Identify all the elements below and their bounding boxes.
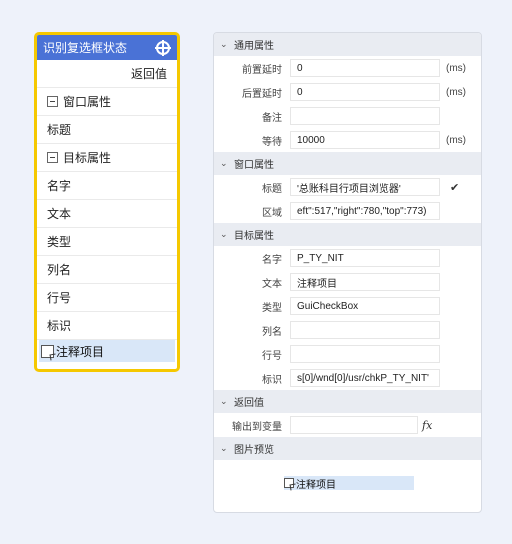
prop-rownum: 行号 [214,342,481,366]
node-row-label: 列名 [47,263,72,277]
window-title-input[interactable]: '总账科目行项目浏览器' [290,178,440,196]
wait-input[interactable]: 10000 [290,131,440,149]
text-input[interactable]: 注释项目 [290,273,440,291]
unit-label: (ms) [446,134,466,146]
prop-note: 备注 [214,104,481,128]
prop-pre-delay: 前置延时 0 (ms) [214,56,481,80]
node-row-text: 文本 [37,200,177,228]
fx-button[interactable]: fx [422,419,432,432]
pre-delay-input[interactable]: 0 [290,59,440,77]
chevron-down-icon[interactable]: ⌄ [220,229,230,240]
post-delay-input[interactable]: 0 [290,83,440,101]
prop-label: 类型 [262,302,282,314]
node-title-label: 标题 [47,123,72,137]
collapse-icon[interactable] [47,96,58,107]
checkbox-cursor-icon [41,344,54,358]
section-return[interactable]: ⌄ 返回值 [214,390,481,413]
node-title: 识别复选框状态 [43,41,128,55]
prop-label: 标识 [262,374,282,386]
prop-label: 标题 [262,183,282,195]
prop-name: 名字 P_TY_NIT [214,246,481,270]
section-general[interactable]: ⌄ 通用属性 [214,33,481,56]
chevron-down-icon[interactable]: ⌄ [220,443,230,454]
prop-label: 区域 [262,207,282,219]
section-title: 通用属性 [234,41,274,52]
prop-window-title: 标题 '总账科目行项目浏览器' ✔ [214,175,481,199]
prop-type: 类型 GuiCheckBox [214,294,481,318]
node-row-label: 类型 [47,235,72,249]
id-input[interactable]: s[0]/wnd[0]/usr/chkP_TY_NIT' [290,369,440,387]
rownum-input[interactable] [290,345,440,363]
node-return-row: 返回值 [37,60,177,88]
region-input[interactable]: eft":517,"right":780,"top":773) [290,202,440,220]
preview-text: 注释项目 [296,479,336,491]
section-target[interactable]: ⌄ 目标属性 [214,223,481,246]
node-row-colname: 列名 [37,256,177,284]
node-target-group-label: 目标属性 [63,151,112,165]
node-target-group[interactable]: 目标属性 [37,144,177,172]
prop-id: 标识 s[0]/wnd[0]/usr/chkP_TY_NIT' [214,366,481,390]
preview-area: 注释项目 [214,460,481,512]
node-row-type: 类型 [37,228,177,256]
node-title-row: 标题 [37,116,177,144]
node-row-label: 名字 [47,179,72,193]
prop-label: 行号 [262,350,282,362]
prop-label: 列名 [262,326,282,338]
chevron-down-icon[interactable]: ⌄ [220,39,230,50]
prop-output: 输出到变量 fx [214,413,481,437]
activity-node-card[interactable]: 识别复选框状态 返回值 窗口属性 标题 目标属性 名字 文本 类型 列名 行号 … [34,32,180,372]
preview-image: 注释项目 [284,476,414,491]
node-row-rownum: 行号 [37,284,177,312]
section-window[interactable]: ⌄ 窗口属性 [214,152,481,175]
section-title: 返回值 [234,398,264,409]
prop-label: 等待 [262,136,282,148]
prop-post-delay: 后置延时 0 (ms) [214,80,481,104]
node-return-label: 返回值 [130,67,167,81]
prop-label: 备注 [262,112,282,124]
colname-input[interactable] [290,321,440,339]
output-variable-input[interactable] [290,416,418,434]
prop-region: 区域 eft":517,"right":780,"top":773) [214,199,481,223]
section-title: 图片预览 [234,445,274,456]
node-row-id: 标识 [37,312,177,340]
name-input[interactable]: P_TY_NIT [290,249,440,267]
node-window-group[interactable]: 窗口属性 [37,88,177,116]
node-row-name: 名字 [37,172,177,200]
collapse-icon[interactable] [47,152,58,163]
type-input[interactable]: GuiCheckBox [290,297,440,315]
unit-label: (ms) [446,62,466,74]
prop-label: 文本 [262,278,282,290]
node-preview-text: 注释项目 [56,344,105,359]
section-title: 窗口属性 [234,160,274,171]
section-title: 目标属性 [234,231,274,242]
prop-colname: 列名 [214,318,481,342]
prop-wait: 等待 10000 (ms) [214,128,481,152]
checkbox-cursor-icon [284,478,294,488]
section-preview[interactable]: ⌄ 图片预览 [214,437,481,460]
check-icon[interactable]: ✔ [450,181,459,194]
prop-label: 输出到变量 [232,421,282,433]
prop-label: 前置延时 [242,64,282,76]
unit-label: (ms) [446,86,466,98]
chevron-down-icon[interactable]: ⌄ [220,158,230,169]
note-input[interactable] [290,107,440,125]
node-window-group-label: 窗口属性 [63,95,112,109]
node-row-label: 标识 [47,319,72,333]
prop-text: 文本 注释项目 [214,270,481,294]
node-header[interactable]: 识别复选框状态 [37,35,177,60]
node-row-label: 文本 [47,207,72,221]
prop-label: 名字 [262,254,282,266]
crosshair-target-icon[interactable] [155,39,171,56]
prop-label: 后置延时 [242,88,282,100]
property-panel: ⌄ 通用属性 前置延时 0 (ms) 后置延时 0 (ms) 备注 等待 100… [213,32,482,513]
node-row-label: 行号 [47,291,72,305]
node-preview-image: 注释项目 [39,340,175,362]
chevron-down-icon[interactable]: ⌄ [220,396,230,407]
